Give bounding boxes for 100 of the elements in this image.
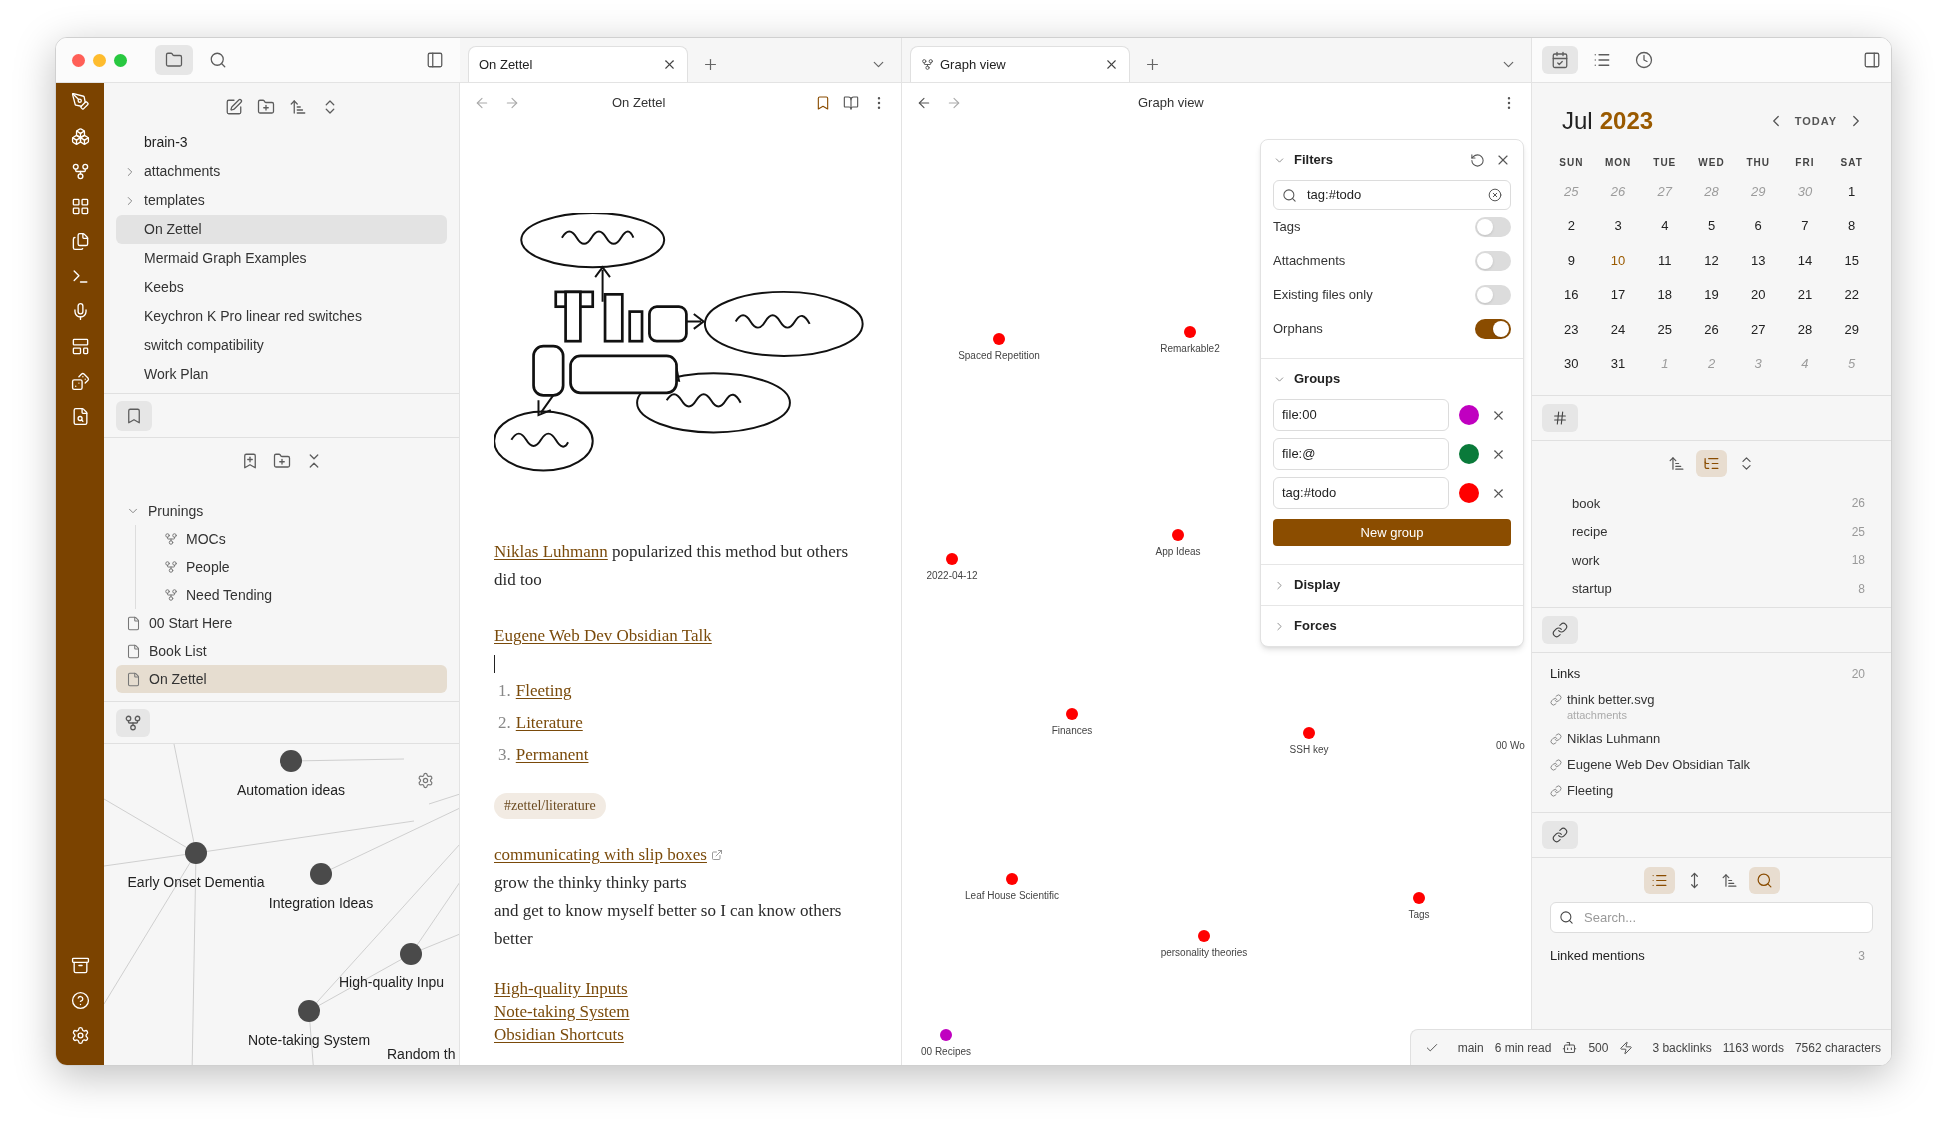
- help-icon[interactable]: [70, 991, 90, 1010]
- close-window-icon[interactable]: [72, 53, 85, 67]
- link-icon[interactable]: [1552, 827, 1568, 843]
- calendar-day[interactable]: 6: [1734, 216, 1782, 236]
- layout-icon[interactable]: [70, 337, 90, 356]
- outgoing-link[interactable]: Niklas Luhmann: [1550, 726, 1873, 752]
- new-group-button[interactable]: New group: [1273, 519, 1511, 546]
- calendar-day[interactable]: 16: [1548, 285, 1595, 305]
- graph-node[interactable]: [940, 1029, 952, 1041]
- calendar-day[interactable]: 31: [1594, 354, 1642, 374]
- file-item[interactable]: Keychron K Pro linear red switches: [116, 302, 447, 331]
- editor-tab[interactable]: Graph view: [910, 46, 1130, 82]
- search-input[interactable]: Search...: [1584, 907, 1864, 928]
- calendar-day[interactable]: 9: [1548, 250, 1595, 270]
- graph-node[interactable]: [280, 750, 302, 772]
- sort-icon[interactable]: [1720, 871, 1738, 889]
- search-icon[interactable]: [209, 51, 227, 69]
- toggle-switch[interactable]: [1475, 217, 1511, 237]
- bookmark-icon[interactable]: [815, 95, 831, 111]
- calendar-day[interactable]: 19: [1688, 285, 1735, 305]
- calendar-day[interactable]: 10: [1594, 250, 1642, 270]
- graph-node[interactable]: [1413, 892, 1425, 904]
- graph-icon[interactable]: [164, 532, 178, 546]
- calendar-day[interactable]: 29: [1828, 319, 1875, 339]
- folder-item[interactable]: attachments: [116, 157, 447, 186]
- folder-icon[interactable]: [165, 51, 183, 69]
- toggle-switch[interactable]: [1475, 319, 1511, 339]
- section-heading[interactable]: Groups: [1294, 369, 1341, 389]
- calendar-icon[interactable]: [1551, 51, 1569, 69]
- note-link[interactable]: Eugene Web Dev Obsidian Talk: [494, 626, 712, 645]
- graph-node[interactable]: [185, 842, 207, 864]
- outgoing-links-tab[interactable]: [1542, 616, 1578, 644]
- robot-icon[interactable]: [1562, 1040, 1578, 1055]
- graph-node[interactable]: [993, 333, 1005, 345]
- file-item[interactable]: Mermaid Graph Examples: [116, 244, 447, 273]
- list-icon[interactable]: [1593, 51, 1611, 69]
- note-link[interactable]: Fleeting: [515, 677, 572, 705]
- outgoing-link[interactable]: Eugene Web Dev Obsidian Talk: [1550, 752, 1873, 778]
- external-link[interactable]: communicating with slip boxes: [494, 841, 707, 869]
- sidebar-tab[interactable]: [155, 45, 193, 75]
- graph-node[interactable]: [1006, 873, 1018, 885]
- calendar-day[interactable]: 1: [1828, 181, 1875, 201]
- bookmark-item[interactable]: 00 Start Here: [116, 609, 447, 637]
- note-link[interactable]: Obsidian Shortcuts: [494, 1025, 624, 1044]
- calendar-day[interactable]: 24: [1594, 319, 1642, 339]
- bookmark-item[interactable]: People: [154, 553, 447, 581]
- folder-item[interactable]: templates: [116, 186, 447, 215]
- reset-icon[interactable]: [1470, 152, 1485, 168]
- note-link[interactable]: Permanent: [515, 741, 589, 769]
- calendar-day[interactable]: 11: [1641, 250, 1689, 270]
- graph-node[interactable]: [1198, 930, 1210, 942]
- sidebar-toggle-icon[interactable]: [1863, 51, 1881, 69]
- toolbar-toggle[interactable]: [1748, 866, 1780, 894]
- search-field[interactable]: tag:#todo: [1273, 180, 1511, 210]
- toggle-switch[interactable]: [1475, 251, 1511, 271]
- toolbar-toggle[interactable]: [1643, 866, 1675, 894]
- outgoing-link[interactable]: Fleeting: [1550, 778, 1873, 804]
- calendar-day[interactable]: 26: [1688, 319, 1735, 339]
- tag-item[interactable]: recipe 25: [1532, 517, 1891, 546]
- toggle-switch[interactable]: [1475, 285, 1511, 305]
- calendar-day[interactable]: 17: [1594, 285, 1642, 305]
- back-icon[interactable]: [916, 95, 932, 111]
- editor-tab[interactable]: On Zettel: [468, 46, 688, 82]
- section-heading[interactable]: Display: [1294, 575, 1341, 595]
- color-swatch[interactable]: [1459, 405, 1479, 425]
- graph-node[interactable]: [946, 553, 958, 565]
- calendar-day[interactable]: 22: [1828, 285, 1875, 305]
- graph-icon[interactable]: [124, 713, 142, 732]
- section-heading[interactable]: Filters: [1294, 150, 1333, 170]
- new-note-icon[interactable]: [224, 97, 243, 116]
- graph-node[interactable]: [310, 863, 332, 885]
- note-link[interactable]: Niklas Luhmann: [494, 542, 608, 561]
- hash-icon[interactable]: [1552, 410, 1568, 426]
- clock-icon[interactable]: [1635, 51, 1653, 69]
- file-icon[interactable]: [126, 643, 141, 659]
- grid-icon[interactable]: [70, 197, 90, 216]
- external-link-icon[interactable]: [710, 849, 723, 861]
- search-icon[interactable]: [1755, 871, 1773, 889]
- sort-icon[interactable]: [1668, 454, 1685, 472]
- graph-icon[interactable]: [164, 560, 178, 574]
- calendar-day[interactable]: 13: [1734, 250, 1782, 270]
- reading-view-icon[interactable]: [843, 95, 859, 111]
- file-icon[interactable]: [126, 671, 141, 687]
- calendar-day[interactable]: 14: [1781, 250, 1829, 270]
- calendar-day[interactable]: 12: [1688, 250, 1735, 270]
- link-icon[interactable]: [1552, 622, 1568, 638]
- calendar-day[interactable]: 2: [1548, 216, 1595, 236]
- tag-item[interactable]: book 26: [1532, 489, 1891, 518]
- group-query-field[interactable]: file:@: [1273, 438, 1449, 470]
- calendar-day[interactable]: 30: [1548, 354, 1595, 374]
- graph-node[interactable]: [298, 1000, 320, 1022]
- terminal-icon[interactable]: [70, 267, 90, 286]
- calendar-day[interactable]: 23: [1548, 319, 1595, 339]
- today-button[interactable]: TODAY: [1794, 112, 1837, 130]
- file-search-icon[interactable]: [70, 407, 90, 426]
- calendar-day[interactable]: 4: [1641, 216, 1689, 236]
- outgoing-link[interactable]: think better.svg attachments: [1550, 687, 1873, 726]
- calendar-day[interactable]: 15: [1828, 250, 1875, 270]
- settings-icon[interactable]: [417, 772, 434, 789]
- calendar-day[interactable]: 3: [1594, 216, 1642, 236]
